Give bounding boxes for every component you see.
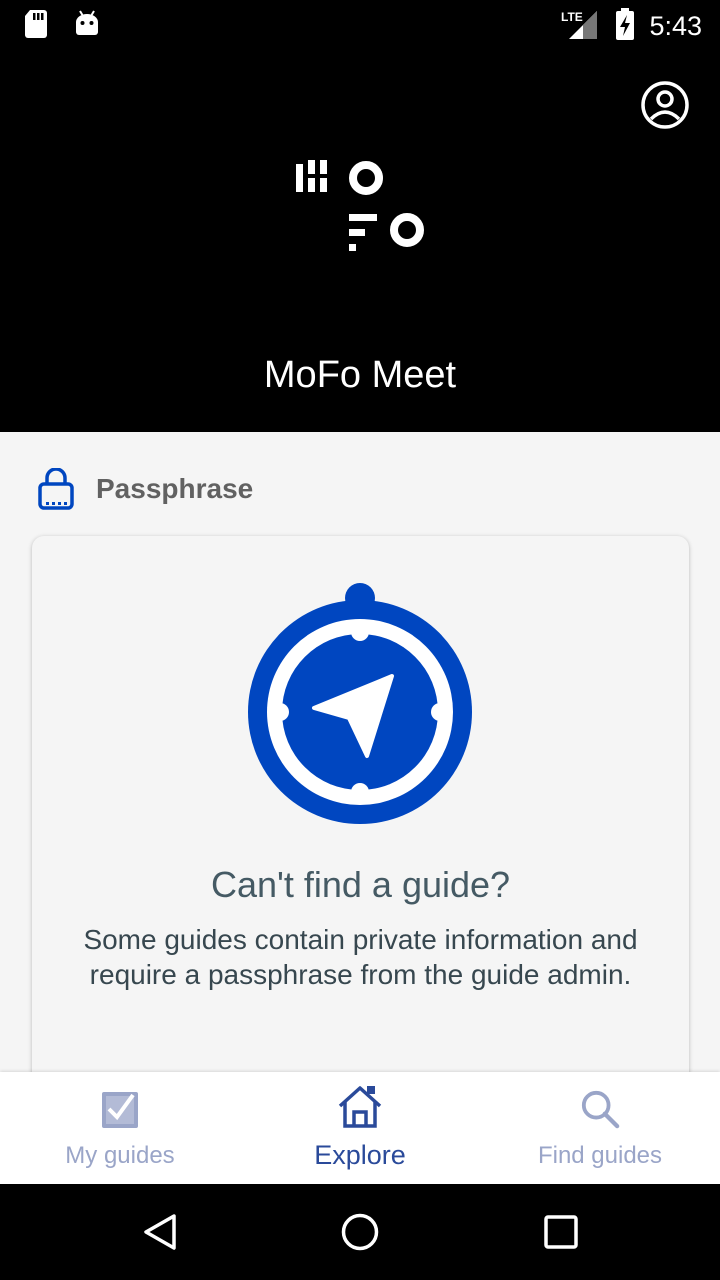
app-header: MoFo Meet [0, 48, 720, 432]
network-type: LTE [561, 10, 583, 24]
passphrase-label: Passphrase [96, 473, 254, 504]
account-circle-icon [641, 81, 689, 129]
compass-icon [248, 583, 472, 824]
home-circle-icon [341, 1213, 379, 1251]
lock-icon [38, 468, 74, 510]
android-icon [74, 10, 100, 43]
bottom-navigation: My guides Explore Find guides [0, 1072, 720, 1184]
nav-explore[interactable]: Explore [240, 1072, 480, 1184]
explore-content[interactable]: Passphrase Can't find a guide? Some guid… [0, 432, 720, 1072]
status-bar: LTE 5:43 [0, 0, 720, 48]
home-button[interactable] [340, 1212, 380, 1252]
search-icon [581, 1090, 620, 1129]
signal-icon: LTE [561, 9, 601, 44]
sd-card-icon [24, 10, 48, 43]
home-icon [338, 1086, 382, 1128]
recents-square-icon [544, 1215, 578, 1249]
nav-label-explore: Explore [314, 1140, 406, 1170]
checkbox-icon [102, 1092, 138, 1128]
battery-charging-icon [615, 8, 635, 45]
card-title: Can't find a guide? [210, 864, 511, 905]
nav-label-find-guides: Find guides [537, 1142, 663, 1169]
passphrase-entry[interactable]: Passphrase [38, 468, 253, 510]
back-button[interactable] [140, 1212, 180, 1252]
mofo-logo [294, 160, 434, 260]
nav-label-my-guides: My guides [65, 1142, 175, 1169]
app-title: MoFo Meet [263, 354, 457, 396]
nav-find-guides[interactable]: Find guides [480, 1072, 720, 1184]
clock: 5:43 [649, 11, 702, 41]
recents-button[interactable] [541, 1212, 581, 1252]
no-guide-card: Can't find a guide? Some guides contain … [32, 536, 689, 1072]
back-triangle-icon [144, 1214, 176, 1250]
card-description: Some guides contain private information … [83, 924, 638, 990]
profile-button[interactable] [640, 80, 690, 130]
system-navigation-bar [0, 1184, 720, 1280]
nav-my-guides[interactable]: My guides [0, 1072, 240, 1184]
